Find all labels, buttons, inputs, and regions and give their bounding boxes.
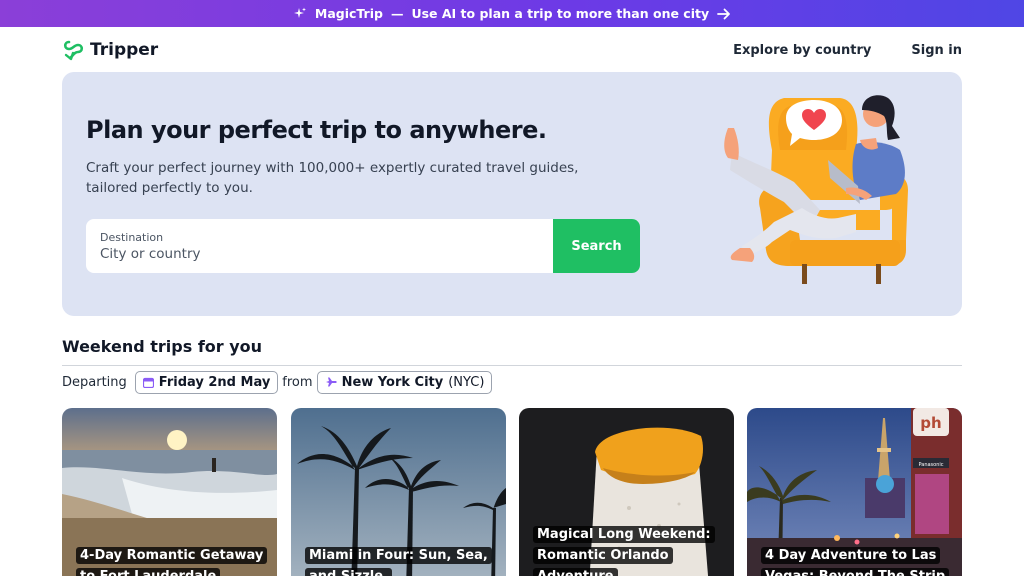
- explore-by-country-link[interactable]: Explore by country: [733, 43, 871, 58]
- origin-city: New York City: [341, 374, 444, 390]
- trip-cards: 4-Day Romantic Getaway to Fort Lauderdal…: [62, 408, 962, 576]
- trip-card-title-wrap: Miami in Four: Sun, Sea, and Sizzle.: [305, 544, 496, 576]
- search-button[interactable]: Search: [553, 219, 640, 273]
- departing-row: Departing Friday 2nd May from New York C…: [62, 370, 493, 394]
- trip-card-title: 4 Day Adventure to Las Vegas: Beyond The…: [761, 547, 950, 576]
- trip-card-title-wrap: 4 Day Adventure to Las Vegas: Beyond The…: [761, 544, 952, 576]
- trip-card[interactable]: ph Panasonic 4 Day Adventure to Las Vega…: [747, 408, 962, 576]
- trip-card-title-wrap: 4-Day Romantic Getaway to Fort Lauderdal…: [76, 544, 268, 576]
- logo-icon: [63, 40, 84, 61]
- departure-date: Friday 2nd May: [158, 374, 271, 390]
- plane-icon: [325, 377, 337, 387]
- from-label: from: [282, 374, 313, 390]
- promo-brand: MagicTrip: [314, 6, 383, 21]
- trip-card-title: 4-Day Romantic Getaway to Fort Lauderdal…: [76, 547, 268, 576]
- logo[interactable]: Tripper: [62, 38, 158, 62]
- hero-title: Plan your perfect trip to anywhere.: [86, 116, 547, 144]
- hero-subtitle: Craft your perfect journey with 100,000+…: [86, 160, 579, 196]
- departing-label: Departing: [62, 374, 127, 390]
- origin-city-chip[interactable]: New York City (NYC): [316, 370, 493, 394]
- destination-input[interactable]: [100, 245, 539, 262]
- arrow-right-icon: [717, 8, 731, 19]
- sign-in-link[interactable]: Sign in: [911, 43, 962, 58]
- promo-text: Use AI to plan a trip to more than one c…: [411, 6, 710, 21]
- calendar-icon: [142, 377, 154, 388]
- nav-links: Explore by country Sign in: [733, 43, 962, 58]
- destination-search: Destination Search: [86, 219, 640, 273]
- section-divider: [62, 365, 962, 366]
- trip-card-title: Magical Long Weekend: Romantic Orlando A…: [533, 526, 715, 576]
- promo-separator: —: [390, 6, 404, 21]
- top-nav: Tripper Explore by country Sign in: [62, 36, 962, 64]
- trip-card[interactable]: 4-Day Romantic Getaway to Fort Lauderdal…: [62, 408, 277, 576]
- destination-label: Destination: [100, 230, 164, 244]
- trip-card[interactable]: Miami in Four: Sun, Sea, and Sizzle.: [291, 408, 506, 576]
- panasonic-sign: Panasonic: [918, 462, 943, 468]
- weekend-trips-title: Weekend trips for you: [62, 337, 263, 356]
- promo-banner[interactable]: MagicTrip — Use AI to plan a trip to mor…: [0, 0, 1024, 27]
- trip-card-title: Miami in Four: Sun, Sea, and Sizzle.: [305, 547, 492, 576]
- destination-field[interactable]: Destination: [86, 219, 553, 273]
- hero-illustration: [724, 95, 908, 284]
- origin-city-code: (NYC): [448, 374, 485, 390]
- ph-sign: ph: [920, 414, 941, 432]
- sparkle-icon: [293, 7, 306, 18]
- trip-card-title-wrap: Magical Long Weekend: Romantic Orlando A…: [533, 523, 724, 576]
- date-picker-chip[interactable]: Friday 2nd May: [134, 370, 279, 394]
- hero-section: Plan your perfect trip to anywhere. Craf…: [62, 72, 962, 316]
- trip-card[interactable]: Magical Long Weekend: Romantic Orlando A…: [519, 408, 734, 576]
- logo-text: Tripper: [90, 40, 159, 60]
